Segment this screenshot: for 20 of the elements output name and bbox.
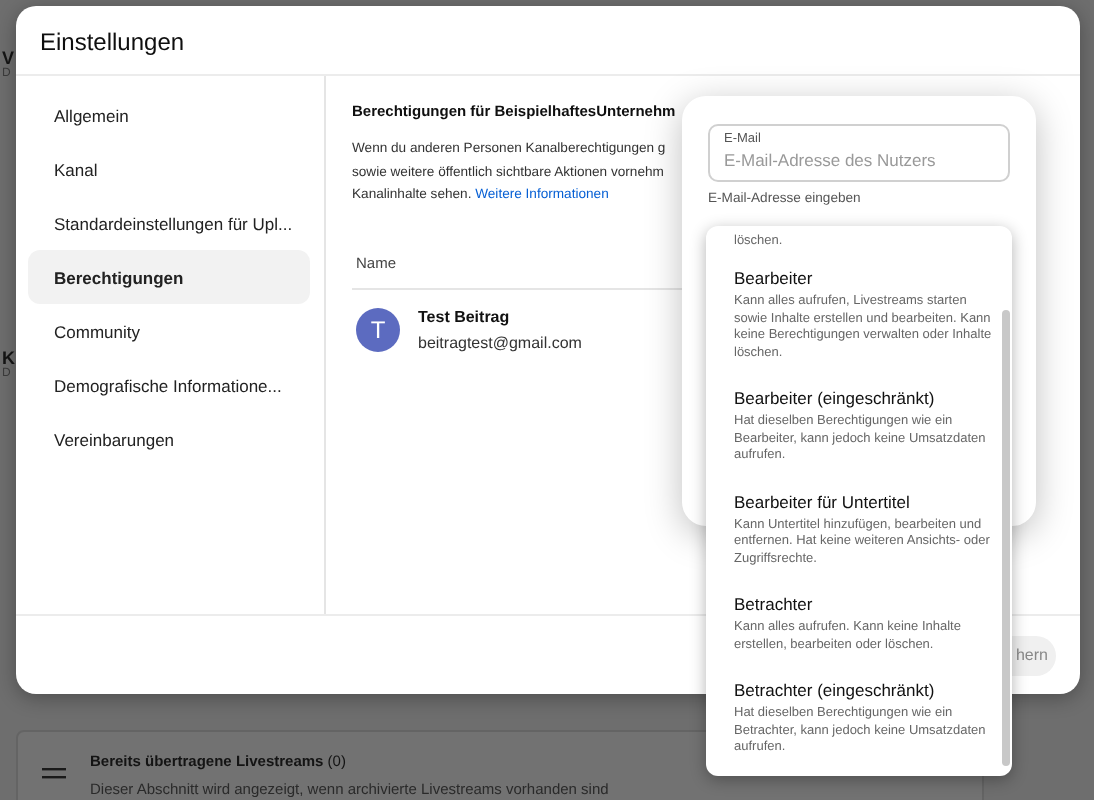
option-title: Bearbeiter — [734, 268, 815, 288]
sidebar-item[interactable]: Berechtigungen — [28, 250, 310, 304]
avatar: T — [356, 307, 400, 351]
dialog-title: Einstellungen — [16, 6, 1080, 76]
user-name: Test Beitrag — [418, 307, 512, 325]
sidebar-item[interactable]: Standardeinstellungen für Upl... — [28, 196, 310, 250]
page-text: K — [2, 348, 15, 368]
scrollbar-thumb[interactable] — [1002, 310, 1010, 766]
page-text: V — [2, 48, 15, 68]
sidebar-item[interactable]: Vereinbarungen — [28, 412, 310, 466]
sidebar-item[interactable]: Demografische Informatione... — [28, 358, 310, 412]
option-title: Betrachter (eingeschränkt) — [734, 680, 937, 700]
option-title: Bearbeiter für Untertitel — [734, 491, 912, 511]
sidebar-item[interactable]: Community — [28, 304, 310, 358]
drag-handle-icon[interactable] — [42, 768, 66, 780]
option-title: Bearbeiter (eingeschränkt) — [734, 388, 937, 408]
sidebar-item[interactable]: Allgemein — [28, 88, 310, 142]
option-title: Betrachter — [734, 594, 815, 614]
user-email: beitragtest@gmail.com — [418, 333, 582, 351]
sidebar-item[interactable]: Kanal — [28, 142, 310, 196]
